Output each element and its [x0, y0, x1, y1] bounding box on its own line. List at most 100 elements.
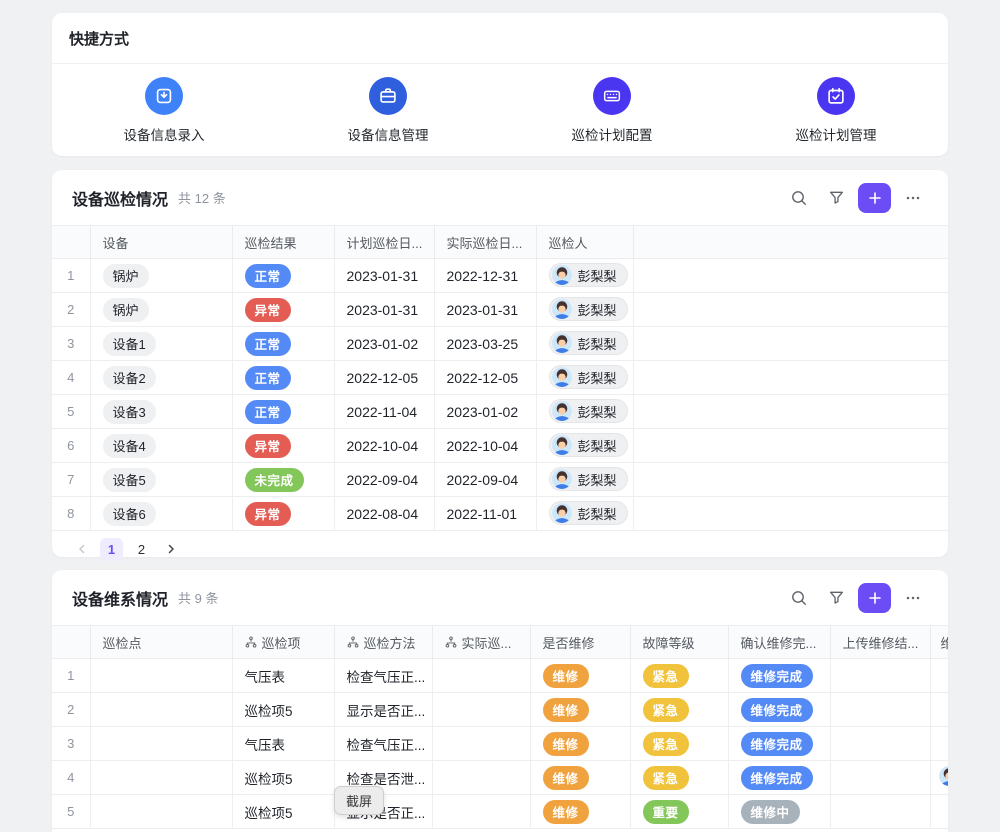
device-cell[interactable]: 锅炉 — [90, 259, 232, 293]
result-cell[interactable]: 异常 — [232, 429, 334, 463]
actual-cell[interactable] — [432, 761, 530, 795]
add-record-button[interactable] — [858, 183, 891, 213]
confirm-cell[interactable]: 维修完成 — [728, 659, 830, 693]
planned-date-cell[interactable]: 2023-01-31 — [334, 293, 434, 327]
upload-cell[interactable] — [830, 659, 930, 693]
filter-icon[interactable] — [821, 583, 851, 613]
item-cell[interactable]: 巡检项5 — [232, 761, 334, 795]
actual-date-cell[interactable]: 2023-01-31 — [434, 293, 536, 327]
prev-page-button[interactable] — [71, 538, 93, 560]
next-page-button[interactable] — [160, 538, 182, 560]
level-cell[interactable]: 紧急 — [630, 659, 728, 693]
column-header-1[interactable]: 巡检点 — [90, 626, 232, 659]
method-cell[interactable]: 检查气压正... — [334, 659, 432, 693]
shortcut-2[interactable]: 设备信息管理 — [276, 77, 500, 144]
result-cell[interactable]: 正常 — [232, 259, 334, 293]
inspector-cell[interactable]: 彭梨梨 — [536, 395, 633, 429]
actual-date-cell[interactable]: 2023-03-25 — [434, 327, 536, 361]
level-cell[interactable]: 紧急 — [630, 727, 728, 761]
upload-cell[interactable] — [830, 761, 930, 795]
column-header-7[interactable]: 确认维修完... — [728, 626, 830, 659]
planned-date-cell[interactable]: 2022-10-04 — [334, 429, 434, 463]
column-header-4[interactable]: 实际巡检日... — [434, 226, 536, 259]
column-header-9[interactable]: 维 — [930, 626, 948, 659]
actual-cell[interactable] — [432, 727, 530, 761]
actual-date-cell[interactable]: 2022-12-31 — [434, 259, 536, 293]
point-cell[interactable] — [90, 727, 232, 761]
more-icon[interactable] — [898, 183, 928, 213]
device-cell[interactable]: 设备4 — [90, 429, 232, 463]
search-icon[interactable] — [784, 583, 814, 613]
item-cell[interactable]: 气压表 — [232, 659, 334, 693]
planned-date-cell[interactable]: 2023-01-31 — [334, 259, 434, 293]
filter-icon[interactable] — [821, 183, 851, 213]
planned-date-cell[interactable]: 2022-08-04 — [334, 497, 434, 531]
device-cell[interactable]: 设备2 — [90, 361, 232, 395]
search-icon[interactable] — [784, 183, 814, 213]
actual-date-cell[interactable]: 2022-10-04 — [434, 429, 536, 463]
column-header-5[interactable]: 是否维修 — [530, 626, 630, 659]
result-cell[interactable]: 正常 — [232, 361, 334, 395]
planned-date-cell[interactable]: 2023-01-02 — [334, 327, 434, 361]
column-header-3[interactable]: 巡检方法 — [334, 626, 432, 659]
column-header-2[interactable]: 巡检结果 — [232, 226, 334, 259]
add-record-button[interactable] — [858, 583, 891, 613]
result-cell[interactable]: 正常 — [232, 395, 334, 429]
confirm-cell[interactable]: 维修完成 — [728, 761, 830, 795]
result-cell[interactable]: 未完成 — [232, 463, 334, 497]
upload-cell[interactable] — [830, 693, 930, 727]
confirm-repair-button[interactable]: 维修完成 — [741, 664, 813, 688]
actual-cell[interactable] — [432, 693, 530, 727]
inspector-cell[interactable]: 彭梨梨 — [536, 293, 633, 327]
confirm-cell[interactable]: 维修完成 — [728, 693, 830, 727]
device-cell[interactable]: 锅炉 — [90, 293, 232, 327]
planned-date-cell[interactable]: 2022-11-04 — [334, 395, 434, 429]
device-cell[interactable]: 设备5 — [90, 463, 232, 497]
actual-date-cell[interactable]: 2022-12-05 — [434, 361, 536, 395]
level-cell[interactable]: 紧急 — [630, 693, 728, 727]
repair-cell[interactable]: 维修 — [530, 693, 630, 727]
inspector-cell[interactable]: 彭梨梨 — [536, 361, 633, 395]
page-button-2[interactable]: 2 — [130, 538, 153, 561]
actual-date-cell[interactable]: 2022-09-04 — [434, 463, 536, 497]
extra-cell[interactable] — [930, 659, 948, 693]
device-cell[interactable]: 设备3 — [90, 395, 232, 429]
confirm-cell[interactable]: 维修完成 — [728, 727, 830, 761]
point-cell[interactable] — [90, 693, 232, 727]
repair-cell[interactable]: 维修 — [530, 659, 630, 693]
inspector-cell[interactable]: 彭梨梨 — [536, 429, 633, 463]
method-cell[interactable]: 检查气压正... — [334, 727, 432, 761]
confirm-repair-button[interactable]: 维修完成 — [741, 766, 813, 790]
column-header-8[interactable]: 上传维修结... — [830, 626, 930, 659]
device-cell[interactable]: 设备1 — [90, 327, 232, 361]
actual-date-cell[interactable]: 2023-01-02 — [434, 395, 536, 429]
result-cell[interactable]: 异常 — [232, 293, 334, 327]
inspector-cell[interactable]: 彭梨梨 — [536, 497, 633, 531]
repair-cell[interactable]: 维修 — [530, 761, 630, 795]
item-cell[interactable]: 巡检项5 — [232, 693, 334, 727]
actual-date-cell[interactable]: 2022-11-01 — [434, 497, 536, 531]
item-cell[interactable]: 气压表 — [232, 727, 334, 761]
inspector-cell[interactable]: 彭梨梨 — [536, 259, 633, 293]
device-cell[interactable]: 设备6 — [90, 497, 232, 531]
column-header-3[interactable]: 计划巡检日... — [334, 226, 434, 259]
extra-cell[interactable] — [930, 727, 948, 761]
repair-cell[interactable]: 维修 — [530, 727, 630, 761]
point-cell[interactable] — [90, 659, 232, 693]
confirm-repair-button[interactable]: 维修完成 — [741, 732, 813, 756]
planned-date-cell[interactable]: 2022-12-05 — [334, 361, 434, 395]
point-cell[interactable] — [90, 761, 232, 795]
column-header-6[interactable]: 故障等级 — [630, 626, 728, 659]
column-header-5[interactable]: 巡检人 — [536, 226, 633, 259]
upload-cell[interactable] — [830, 727, 930, 761]
extra-cell[interactable] — [930, 761, 948, 795]
actual-cell[interactable] — [432, 659, 530, 693]
extra-cell[interactable] — [930, 693, 948, 727]
confirm-repair-button[interactable]: 维修完成 — [741, 698, 813, 722]
planned-date-cell[interactable]: 2022-09-04 — [334, 463, 434, 497]
more-icon[interactable] — [898, 583, 928, 613]
result-cell[interactable]: 正常 — [232, 327, 334, 361]
result-cell[interactable]: 异常 — [232, 497, 334, 531]
column-header-4[interactable]: 实际巡... — [432, 626, 530, 659]
inspector-cell[interactable]: 彭梨梨 — [536, 327, 633, 361]
